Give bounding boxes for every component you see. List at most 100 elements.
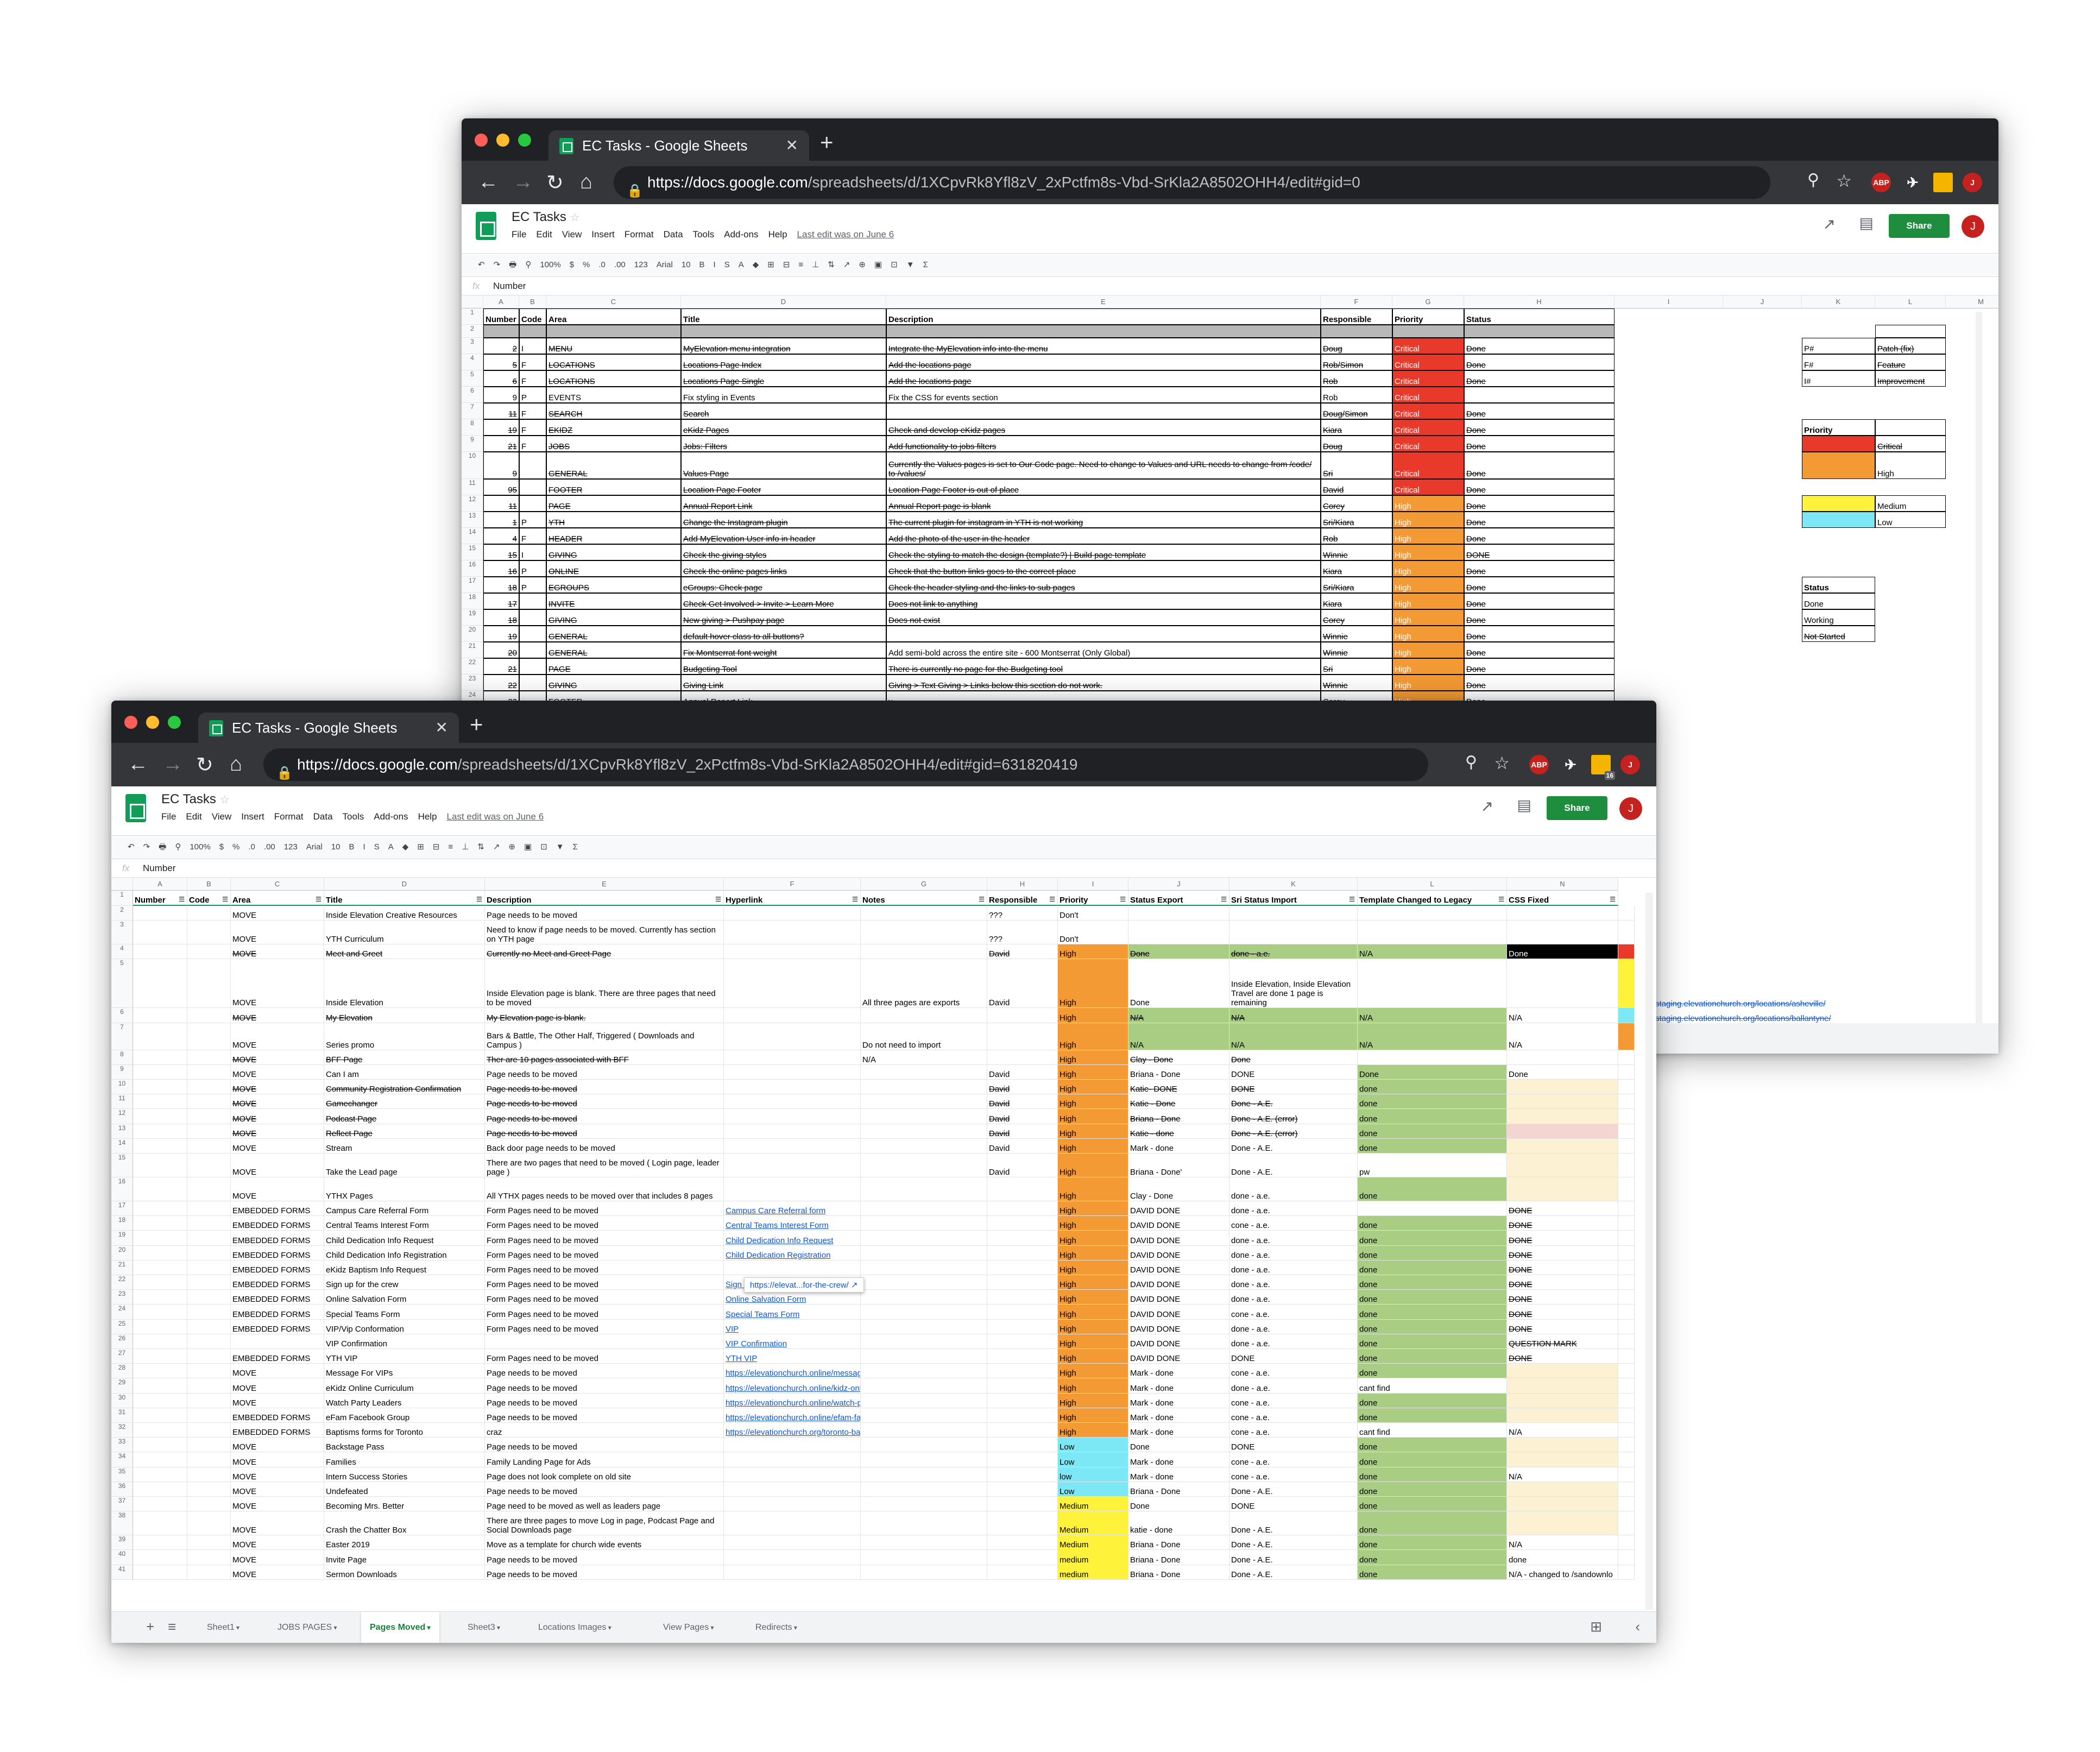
task-cell[interactable] xyxy=(724,906,861,921)
task-cell[interactable]: Rob xyxy=(1321,528,1392,544)
task-cell[interactable]: Families xyxy=(324,1452,485,1467)
task-cell[interactable]: cant find xyxy=(1358,1378,1507,1394)
column-header-H[interactable]: H xyxy=(1464,295,1615,308)
task-cell[interactable] xyxy=(1507,1080,1618,1095)
task-cell[interactable]: P xyxy=(519,560,546,577)
task-cell[interactable]: cone - a.e. xyxy=(1229,1423,1358,1438)
task-cell[interactable]: Page needs to be moved xyxy=(485,1482,724,1497)
task-cell[interactable]: David xyxy=(987,1154,1058,1177)
task-cell[interactable]: Child Dedication Registration xyxy=(724,1245,861,1261)
task-cell[interactable]: done xyxy=(1358,1109,1507,1124)
task-cell[interactable]: Clay - Done xyxy=(1128,1050,1229,1065)
task-cell[interactable]: GIVING xyxy=(546,609,681,626)
task-cell[interactable]: Done xyxy=(1464,495,1615,512)
row-header[interactable]: 15 xyxy=(462,544,483,560)
task-cell[interactable]: Campus Care Referral Form xyxy=(324,1201,485,1217)
task-cell[interactable]: EMBEDDED FORMS xyxy=(231,1319,324,1334)
task-cell[interactable] xyxy=(187,1154,231,1177)
task-cell[interactable] xyxy=(1507,1393,1618,1408)
toolbar-item[interactable]: A xyxy=(388,842,394,852)
task-cell[interactable]: Critical xyxy=(1392,370,1464,387)
task-cell[interactable] xyxy=(861,1378,987,1394)
last-edit-link[interactable]: Last edit was on June 6 xyxy=(797,229,894,240)
task-cell[interactable]: medium xyxy=(1058,1550,1128,1565)
toolbar-item[interactable]: .0 xyxy=(248,842,255,852)
task-cell[interactable] xyxy=(987,1378,1058,1394)
task-cell[interactable]: DAVID DONE xyxy=(1128,1349,1229,1364)
tooltip-link[interactable]: https://elevat...for-the-crew/ xyxy=(750,1281,849,1290)
filter-icon[interactable]: ☰ xyxy=(1120,896,1126,903)
task-cell[interactable] xyxy=(724,1064,861,1080)
toolbar-item[interactable]: ◆ xyxy=(402,842,409,852)
column-header-I[interactable]: I xyxy=(1615,295,1723,308)
column-header-G[interactable]: G xyxy=(861,878,987,891)
task-cell[interactable]: Meet and Greet xyxy=(324,944,485,960)
task-cell[interactable] xyxy=(1464,387,1615,403)
task-cell[interactable] xyxy=(187,1290,231,1305)
task-cell[interactable]: Inside Elevation Creative Resources xyxy=(324,906,485,921)
new-tab-button[interactable]: + xyxy=(470,711,483,738)
task-cell[interactable] xyxy=(1507,1511,1618,1536)
task-cell[interactable] xyxy=(987,1511,1058,1536)
filter-icon[interactable]: ☰ xyxy=(316,896,321,903)
task-cell[interactable]: High xyxy=(1058,1423,1128,1438)
toolbar-item[interactable]: ↶ xyxy=(478,260,485,269)
row-header[interactable]: 31 xyxy=(111,1408,133,1423)
task-cell[interactable]: cone - a.e. xyxy=(1229,1393,1358,1408)
task-cell[interactable]: Page needs to be moved xyxy=(485,1408,724,1423)
task-cell[interactable] xyxy=(519,675,546,691)
task-cell[interactable]: High xyxy=(1058,1124,1128,1139)
task-cell[interactable] xyxy=(724,1050,861,1065)
task-cell[interactable] xyxy=(987,1177,1058,1201)
task-cell[interactable]: Community Registration Confirmation xyxy=(324,1080,485,1095)
toolbar-item[interactable]: A xyxy=(739,260,744,269)
column-header-C[interactable]: C xyxy=(546,295,681,308)
task-cell[interactable]: Sri xyxy=(1321,658,1392,675)
task-cell[interactable] xyxy=(724,1497,861,1512)
row-header[interactable]: 13 xyxy=(111,1124,133,1139)
task-cell[interactable]: Doug xyxy=(1321,436,1392,452)
task-cell[interactable]: 21 xyxy=(483,436,519,452)
task-cell[interactable] xyxy=(861,1408,987,1423)
task-cell[interactable] xyxy=(519,495,546,512)
task-cell[interactable]: DONE xyxy=(1229,1438,1358,1453)
task-cell[interactable] xyxy=(987,1260,1058,1275)
toolbar-item[interactable]: B xyxy=(699,260,705,269)
task-cell[interactable]: High xyxy=(1392,626,1464,642)
task-cell[interactable]: F xyxy=(519,354,546,370)
task-cell[interactable] xyxy=(987,1304,1058,1320)
bookmark-star-icon[interactable]: ☆ xyxy=(1836,171,1852,191)
task-cell[interactable] xyxy=(987,1550,1058,1565)
task-cell[interactable] xyxy=(187,1565,231,1580)
task-cell[interactable] xyxy=(187,1231,231,1246)
task-cell[interactable] xyxy=(724,944,861,960)
row-header[interactable]: 16 xyxy=(462,560,483,577)
task-cell[interactable]: cone - a.e. xyxy=(1229,1408,1358,1423)
task-cell[interactable]: Page needs to be moved xyxy=(485,1438,724,1453)
comments-icon[interactable]: ▤ xyxy=(1517,796,1531,814)
task-cell[interactable]: Watch Party Leaders xyxy=(324,1393,485,1408)
header-cell[interactable]: Status xyxy=(1464,308,1615,325)
sheet-tab-jobs-pages[interactable]: JOBS PAGES ▾ xyxy=(269,1612,346,1643)
task-cell[interactable]: Kiara xyxy=(1321,593,1392,609)
task-cell[interactable]: Page needs to be moved xyxy=(485,1064,724,1080)
task-cell[interactable]: Mark - done xyxy=(1128,1138,1229,1154)
task-cell[interactable]: Done xyxy=(1464,403,1615,419)
task-cell[interactable] xyxy=(681,325,886,338)
task-cell[interactable] xyxy=(861,906,987,921)
task-cell[interactable]: Done - A.E. xyxy=(1229,1565,1358,1580)
task-cell[interactable]: Easter 2019 xyxy=(324,1535,485,1551)
task-cell[interactable] xyxy=(133,1467,187,1482)
toolbar-item[interactable]: ◆ xyxy=(753,260,759,269)
task-cell[interactable]: N/A xyxy=(1128,1023,1229,1050)
task-cell[interactable] xyxy=(1507,1452,1618,1467)
row-header[interactable]: 22 xyxy=(111,1275,133,1290)
task-cell[interactable]: Page needs to be moved xyxy=(485,1364,724,1379)
task-cell[interactable]: 19 xyxy=(483,626,519,642)
task-cell[interactable]: DONE xyxy=(1507,1231,1618,1246)
task-cell[interactable]: 20 xyxy=(483,642,519,658)
row-header[interactable]: 21 xyxy=(111,1260,133,1275)
row-header[interactable]: 36 xyxy=(111,1482,133,1497)
minimize-window-button[interactable] xyxy=(146,716,159,729)
menu-file[interactable]: File xyxy=(512,229,526,240)
